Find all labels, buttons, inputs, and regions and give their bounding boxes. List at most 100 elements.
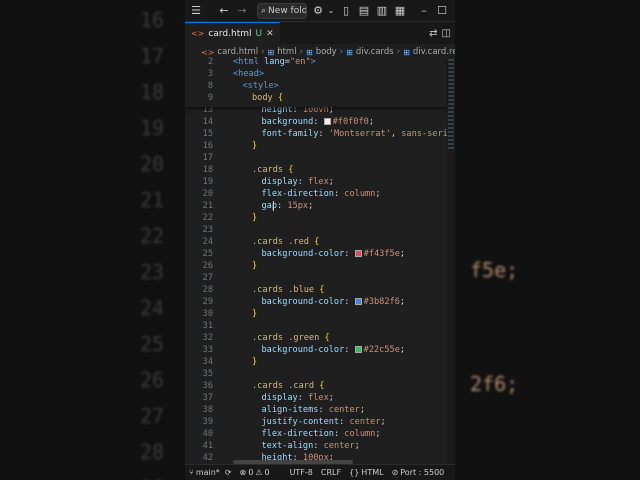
layout-panel-icon[interactable]: ▤ — [355, 2, 373, 20]
status-eol[interactable]: CRLF — [317, 468, 345, 477]
minimap[interactable] — [447, 59, 455, 464]
code-line[interactable]: 41 text-align: center; — [185, 440, 447, 452]
code-line[interactable]: 2 <html lang="en"> — [185, 56, 447, 68]
layout-sidebar-left-icon[interactable]: ▯ — [337, 2, 355, 20]
line-number: 31 — [202, 321, 213, 331]
line-number: 16 — [202, 141, 213, 151]
sync-icon: ⟳ — [224, 468, 232, 477]
code-line[interactable]: 31 — [185, 320, 447, 332]
line-number: 37 — [202, 393, 213, 403]
code-line[interactable]: 22} — [185, 212, 447, 224]
search-text: New folde — [268, 5, 307, 16]
background-line-number: 27 — [140, 404, 165, 428]
code-text: flex-direction: column; — [261, 429, 381, 439]
background-line-number: 29 — [140, 476, 164, 480]
code-line[interactable]: 19 display: flex; — [185, 176, 447, 188]
code-text: } — [252, 141, 258, 151]
split-editor-icon[interactable]: ◫ — [442, 28, 451, 39]
title-bar: ☰ ← → ⌕ New folde ⚙ ⌄ ▯ ▤ ▥ ▦ – ☐ — [185, 0, 455, 22]
line-number: 25 — [202, 249, 213, 259]
chevron-down-icon[interactable]: ⌄ — [327, 2, 335, 20]
line-number: 18 — [202, 165, 213, 175]
color-swatch[interactable] — [354, 250, 362, 257]
code-text: align-items: center; — [261, 405, 366, 415]
code-line[interactable]: 24 .cards .red { — [185, 236, 447, 248]
code-text: .cards .card { — [252, 381, 325, 391]
code-line[interactable]: 39 justify-content: center; — [185, 416, 447, 428]
code-text: .cards .blue { — [252, 285, 325, 295]
code-line[interactable]: 16} — [185, 140, 447, 152]
code-line[interactable]: 17 — [185, 152, 447, 164]
status-live-server[interactable]: ⊘ Port : 5500 — [388, 468, 449, 477]
code-line[interactable]: 8 <style> — [185, 80, 447, 92]
code-line[interactable]: 23 — [185, 224, 447, 236]
line-number: 28 — [202, 285, 213, 295]
command-center-search[interactable]: ⌕ New folde — [257, 2, 307, 19]
code-line[interactable]: 14 background: #f0f0f0; — [185, 116, 447, 128]
code-line[interactable]: 37 display: flex; — [185, 392, 447, 404]
status-language[interactable]: {} HTML — [345, 468, 387, 477]
status-problems[interactable]: ⊗ 0 ⚠ 0 — [236, 468, 274, 477]
line-number: 40 — [202, 429, 213, 439]
code-editor[interactable]: 2 <html lang="en"> 3 <head> 8 <style> 9 body { 1… — [185, 56, 455, 464]
code-line[interactable]: 15 font-family: 'Montserrat', sans-serif — [185, 128, 453, 140]
code-text: body { — [252, 93, 284, 103]
compare-changes-icon[interactable]: ⇄ — [429, 28, 437, 39]
code-line[interactable]: 29 background-color: #3b82f6; — [185, 296, 447, 308]
warning-icon: ⚠ — [255, 468, 263, 477]
code-text: } — [252, 213, 258, 223]
menu-icon[interactable]: ☰ — [187, 2, 205, 20]
code-line[interactable]: 3 <head> — [185, 68, 447, 80]
layout-sidebar-right-icon[interactable]: ▥ — [373, 2, 391, 20]
line-number: 39 — [202, 417, 213, 427]
code-line[interactable]: 35 — [185, 368, 447, 380]
maximize-icon[interactable]: ☐ — [433, 2, 451, 20]
minimize-icon[interactable]: – — [415, 2, 433, 20]
color-swatch[interactable] — [323, 118, 331, 125]
line-number: 35 — [202, 369, 213, 379]
status-bar: ⑂ main* ⟳ ⊗ 0 ⚠ 0 UTF-8 CRLF {} HTML ⊘ P… — [185, 464, 455, 480]
code-text: display: flex; — [261, 393, 334, 403]
background-code-fragment: f5e; — [470, 258, 519, 282]
code-line[interactable]: 27 — [185, 272, 447, 284]
branch-icon: ⑂ — [189, 468, 194, 477]
background-line-number: 26 — [140, 368, 165, 392]
color-swatch[interactable] — [354, 298, 362, 305]
code-line[interactable]: 30} — [185, 308, 447, 320]
code-line[interactable]: 9 body { — [185, 92, 447, 104]
forward-arrow-icon[interactable]: → — [233, 2, 251, 20]
code-line[interactable]: 32 .cards .green { — [185, 332, 447, 344]
code-line[interactable]: 40 flex-direction: column; — [185, 428, 447, 440]
code-text: } — [252, 309, 258, 319]
code-line[interactable]: 36 .cards .card { — [185, 380, 447, 392]
status-branch[interactable]: ⑂ main* ⟳ — [185, 468, 236, 477]
tab-card-html[interactable]: <> card.html U ✕ — [185, 22, 280, 44]
braces-icon: {} — [349, 468, 360, 477]
code-line[interactable]: 28 .cards .blue { — [185, 284, 447, 296]
background-line-number: 20 — [140, 152, 165, 176]
line-number: 32 — [202, 333, 213, 343]
line-number: 2 — [207, 57, 213, 67]
code-text: .cards { — [252, 165, 294, 175]
background-line-number: 19 — [140, 116, 165, 140]
code-line[interactable]: 33 background-color: #22c55e; — [185, 344, 447, 356]
code-line[interactable]: 25 background-color: #f43f5e; — [185, 248, 447, 260]
copilot-icon[interactable]: ⚙ — [309, 2, 327, 20]
back-arrow-icon[interactable]: ← — [215, 2, 233, 20]
code-line[interactable]: 21 gap: 15px; — [185, 200, 447, 212]
code-line[interactable]: 38 align-items: center; — [185, 404, 447, 416]
code-line[interactable]: 18 .cards { — [185, 164, 447, 176]
code-text: font-family: 'Montserrat', sans-serif — [261, 129, 453, 139]
code-text: <head> — [233, 69, 265, 79]
line-number: 33 — [202, 345, 213, 355]
code-line[interactable]: 20 flex-direction: column; — [185, 188, 447, 200]
code-text: background-color: #3b82f6; — [261, 297, 406, 307]
close-icon[interactable]: ✕ — [266, 29, 274, 39]
code-line[interactable]: 34} — [185, 356, 447, 368]
layout-customize-icon[interactable]: ▦ — [391, 2, 409, 20]
code-line[interactable]: 26} — [185, 260, 447, 272]
code-text: } — [252, 357, 258, 367]
tab-filename: card.html — [208, 28, 252, 39]
status-encoding[interactable]: UTF-8 — [286, 468, 317, 477]
color-swatch[interactable] — [354, 346, 362, 353]
